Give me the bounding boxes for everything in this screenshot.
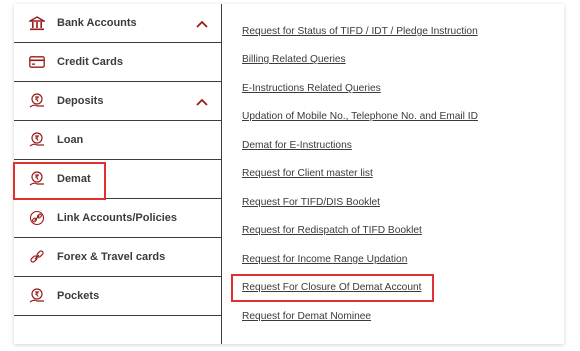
link-e-instructions-queries[interactable]: E-Instructions Related Queries [242,83,381,94]
svg-text:₹: ₹ [35,291,40,299]
sidebar-item-forex-travel-cards[interactable]: Forex & Travel cards [14,238,222,277]
rupee-hand-icon: ₹ [28,170,46,188]
sidebar-item-credit-cards[interactable]: Credit Cards [14,43,222,82]
link-demat-e-instructions[interactable]: Demat for E-Instructions [242,140,352,151]
sidebar-item-link-accounts[interactable]: Link Accounts/Policies [14,199,222,238]
sidebar-item-demat[interactable]: ₹ Demat [14,160,222,199]
link-income-range-updation[interactable]: Request for Income Range Updation [242,254,407,265]
sidebar-item-label: Deposits [57,95,104,107]
sidebar-item-label: Bank Accounts [57,17,137,29]
link-redispatch-tifd-booklet[interactable]: Request for Redispatch of TIFD Booklet [242,225,422,236]
link-demat-nominee[interactable]: Request for Demat Nominee [242,311,371,322]
bank-icon [28,14,46,32]
chevron-up-icon[interactable] [196,19,208,28]
svg-text:₹: ₹ [35,96,40,104]
sidebar-item-pockets[interactable]: ₹ Pockets [14,277,222,316]
rupee-hand-icon: ₹ [28,287,46,305]
link-update-mobile-telephone-email[interactable]: Updation of Mobile No., Telephone No. an… [242,111,478,122]
rupee-hand-icon: ₹ [28,92,46,110]
sidebar-item-label: Forex & Travel cards [57,251,166,263]
svg-text:₹: ₹ [35,174,40,182]
sidebar-item-deposits[interactable]: ₹ Deposits [14,82,222,121]
sidebar-item-label: Link Accounts/Policies [57,212,178,224]
sidebar-item-bank-accounts[interactable]: Bank Accounts [14,4,222,43]
link-icon [28,209,46,227]
svg-text:₹: ₹ [35,135,40,143]
link-status-tifd-idt-pledge[interactable]: Request for Status of TIFD / IDT / Pledg… [242,26,478,37]
link-client-master-list[interactable]: Request for Client master list [242,168,373,179]
link-closure-demat-account[interactable]: Request For Closure Of Demat Account [242,282,422,293]
sidebar-item-label: Demat [57,173,91,185]
credit-card-icon [28,53,46,71]
chevron-up-icon[interactable] [196,97,208,106]
sidebar-item-loan[interactable]: ₹ Loan [14,121,222,160]
travel-link-icon [28,248,46,266]
sidebar: Bank Accounts Credit Cards ₹ Deposits ₹ … [14,4,222,344]
link-billing-queries[interactable]: Billing Related Queries [242,54,346,65]
rupee-hand-icon: ₹ [28,131,46,149]
sidebar-item-label: Loan [57,134,84,146]
sidebar-item-label: Pockets [57,290,100,302]
sidebar-item-label: Credit Cards [57,56,124,68]
link-tifd-dis-booklet[interactable]: Request For TIFD/DIS Booklet [242,197,380,208]
